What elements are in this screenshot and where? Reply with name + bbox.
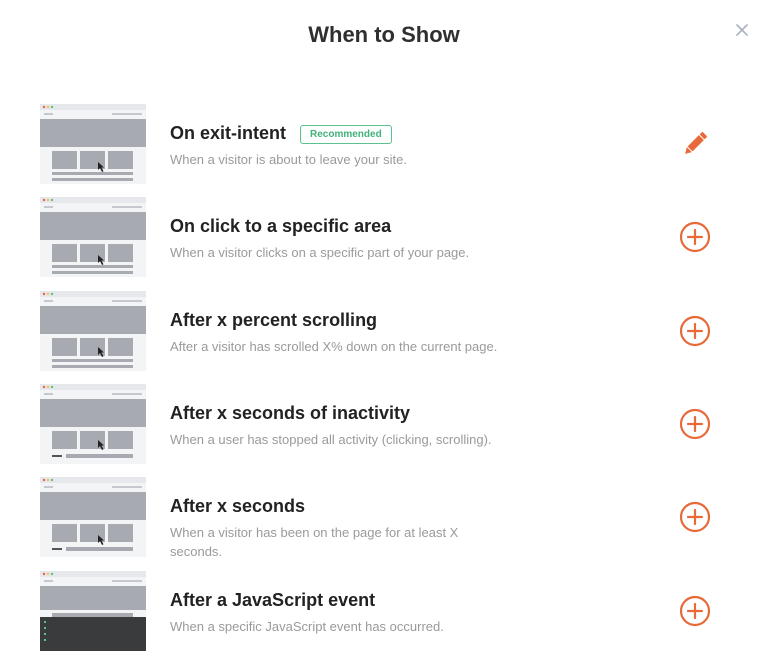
option-percent-scrolling[interactable]: After x percent scrolling After a visito… — [0, 291, 768, 371]
option-description: When a specific JavaScript event has occ… — [170, 619, 444, 634]
when-to-show-modal: When to Show On exit-intent Recommended … — [0, 0, 768, 672]
javascript-thumbnail — [40, 571, 146, 651]
plus-circle-icon — [679, 315, 711, 347]
add-button[interactable] — [679, 221, 711, 253]
plus-circle-icon — [679, 221, 711, 253]
click-area-thumbnail — [40, 197, 146, 277]
option-click-area[interactable]: On click to a specific area When a visit… — [0, 197, 768, 277]
option-javascript-event[interactable]: After a JavaScript event When a specific… — [0, 571, 768, 651]
plus-circle-icon — [679, 595, 711, 627]
option-title: After x seconds — [170, 496, 306, 516]
option-description: When a user has stopped all activity (cl… — [170, 432, 492, 447]
seconds-thumbnail — [40, 477, 146, 557]
option-title: After x percent scrolling — [170, 310, 378, 330]
option-title: On exit-intent Recommended — [170, 123, 392, 144]
add-button[interactable] — [679, 501, 711, 533]
pencil-icon — [685, 132, 707, 154]
close-icon — [736, 24, 748, 36]
add-button[interactable] — [679, 315, 711, 347]
option-seconds[interactable]: After x seconds When a visitor has been … — [0, 477, 768, 559]
option-description: When a visitor is about to leave your si… — [170, 152, 408, 167]
option-exit-intent[interactable]: On exit-intent Recommended When a visitor… — [0, 104, 768, 184]
close-button[interactable] — [731, 19, 753, 41]
inactivity-thumbnail — [40, 384, 146, 464]
modal-title: When to Show — [308, 22, 460, 47]
edit-button[interactable] — [679, 128, 711, 160]
add-button[interactable] — [679, 408, 711, 440]
option-title: After a JavaScript event — [170, 590, 376, 610]
option-title: On click to a specific area — [170, 216, 392, 236]
option-description: When a visitor clicks on a specific part… — [170, 245, 470, 260]
option-seconds-inactivity[interactable]: After x seconds of inactivity When a use… — [0, 384, 768, 464]
scrolling-thumbnail — [40, 291, 146, 371]
option-title: After x seconds of inactivity — [170, 403, 411, 423]
plus-circle-icon — [679, 501, 711, 533]
exit-intent-thumbnail — [40, 104, 146, 184]
option-description: When a visitor has been on the page for … — [170, 525, 459, 559]
add-button[interactable] — [679, 595, 711, 627]
plus-circle-icon — [679, 408, 711, 440]
recommended-badge: Recommended — [300, 125, 392, 144]
option-description: After a visitor has scrolled X% down on … — [170, 339, 498, 354]
